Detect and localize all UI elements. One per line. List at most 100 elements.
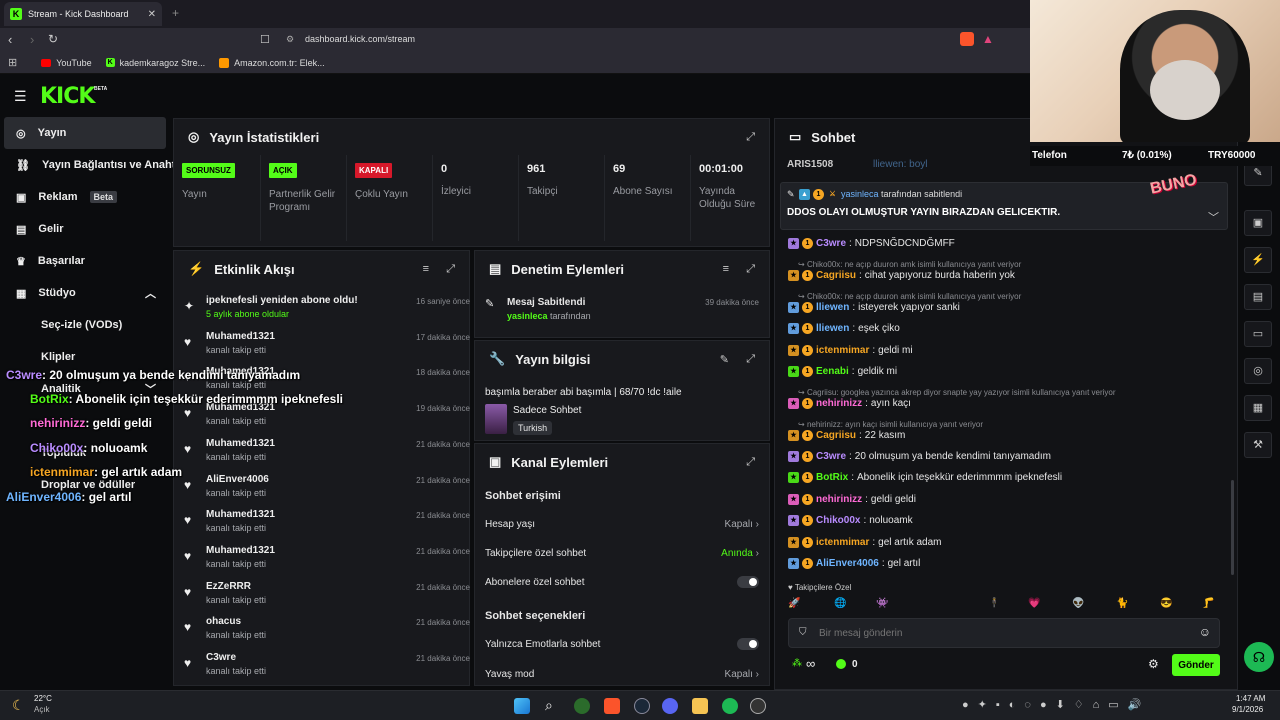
chat-username[interactable]: C3wre bbox=[816, 238, 846, 249]
bookmark-kick[interactable]: Kkademkaragoz Stre... bbox=[105, 58, 205, 68]
chat-input[interactable] bbox=[819, 625, 1179, 641]
emote-icon[interactable]: 😎 bbox=[1160, 598, 1172, 609]
lightning-icon[interactable]: ⚡ bbox=[1244, 247, 1272, 273]
explorer-icon[interactable] bbox=[692, 698, 708, 714]
emote-only-toggle[interactable] bbox=[737, 638, 759, 650]
support-button[interactable]: ☊ bbox=[1244, 642, 1274, 672]
wrench-icon[interactable]: ⚒ bbox=[1244, 432, 1272, 458]
chat-username[interactable]: AliEnver4006 bbox=[816, 558, 879, 569]
kick-logo[interactable]: KICK bbox=[40, 84, 95, 109]
reload-icon[interactable]: ↻ bbox=[48, 32, 58, 46]
list-icon[interactable]: ▤ bbox=[1244, 284, 1272, 310]
edit-icon[interactable]: ✎ bbox=[720, 353, 729, 366]
activity-name[interactable]: C3wre bbox=[206, 652, 236, 663]
chat-username[interactable]: ictenmimar bbox=[816, 345, 869, 356]
sidebar-item-yayin[interactable]: ◎ Yayın bbox=[4, 117, 166, 149]
emote-icon[interactable]: 💗 bbox=[1028, 598, 1040, 609]
chat-username[interactable]: BotRix bbox=[816, 472, 848, 483]
forward-icon[interactable]: › bbox=[30, 32, 34, 47]
clock-time[interactable]: 1:47 AM bbox=[1236, 694, 1265, 703]
sidebar-item-vods[interactable]: Seç-izle (VODs) bbox=[4, 309, 166, 341]
moderator-name[interactable]: yasinleca bbox=[507, 311, 548, 321]
account-age-row[interactable]: Hesap yaşı Kapalı › bbox=[485, 514, 759, 534]
back-icon[interactable]: ‹ bbox=[8, 32, 12, 47]
url-field[interactable]: dashboard.kick.com/stream bbox=[305, 34, 415, 44]
tray-icons[interactable]: ●✦▪◐◌●⬇♢⌂▭🔊 bbox=[962, 698, 1150, 711]
reply-context[interactable]: ↪ Cagriisu: googlea yazınca akrep diyor … bbox=[798, 388, 1116, 397]
emote-icon[interactable]: 🌐 bbox=[834, 598, 846, 609]
activity-name[interactable]: EzZeRRR bbox=[206, 581, 251, 592]
app-icon[interactable] bbox=[574, 698, 590, 714]
brave-shield-icon[interactable] bbox=[960, 32, 974, 46]
bookmark-star-icon[interactable]: ☐ bbox=[260, 33, 270, 46]
activity-name[interactable]: Muhamed1321 bbox=[206, 509, 275, 520]
chat-username[interactable]: nehirinizz bbox=[816, 398, 862, 409]
emote-icon[interactable]: 👽 bbox=[1072, 598, 1084, 609]
reply-context[interactable]: ↪ Chiko00x: ne açıp duuron amk isimli ku… bbox=[798, 292, 1021, 301]
chat-scrollbar[interactable] bbox=[1231, 480, 1234, 575]
expand-icon[interactable]: ⤢ bbox=[746, 353, 755, 366]
activity-name[interactable]: ohacus bbox=[206, 616, 241, 627]
apps-grid-icon[interactable]: ⊞ bbox=[8, 56, 17, 69]
channel-icon[interactable]: ▦ bbox=[1244, 395, 1272, 421]
hamburger-menu-icon[interactable]: ☰ bbox=[14, 88, 27, 105]
chat-icon[interactable]: ▭ bbox=[1244, 321, 1272, 347]
chat-username[interactable]: C3wre bbox=[816, 451, 846, 462]
camera-icon[interactable]: ▣ bbox=[1244, 210, 1272, 236]
activity-name[interactable]: Muhamed1321 bbox=[206, 438, 275, 449]
brave-rewards-icon[interactable]: ▲ bbox=[982, 32, 994, 46]
spotify-icon[interactable] bbox=[722, 698, 738, 714]
new-tab-icon[interactable]: + bbox=[172, 6, 179, 20]
sidebar-item-reklam[interactable]: ▣ Reklam Beta bbox=[4, 181, 166, 213]
sidebar-item-stream-link[interactable]: ⛓ Yayın Bağlantısı ve Anahta bbox=[4, 149, 182, 181]
chat-username[interactable]: nehirinizz bbox=[816, 494, 862, 505]
chat-username[interactable]: lliewen bbox=[816, 323, 849, 334]
emote-icon[interactable]: 👾 bbox=[876, 598, 888, 609]
discord-icon[interactable] bbox=[662, 698, 678, 714]
clock-date[interactable]: 9/1/2026 bbox=[1232, 705, 1263, 714]
search-icon[interactable]: ⌕ bbox=[545, 697, 553, 714]
activity-name[interactable]: AliEnver4006 bbox=[206, 474, 269, 485]
subs-only-toggle[interactable] bbox=[737, 576, 759, 588]
chat-username[interactable]: lliewen bbox=[816, 302, 849, 313]
close-tab-icon[interactable]: ✕ bbox=[148, 9, 156, 20]
chat-settings-icon[interactable]: ⚙ bbox=[1148, 657, 1159, 671]
expand-icon[interactable]: ⤢ bbox=[746, 456, 755, 469]
steam-icon[interactable] bbox=[634, 698, 650, 714]
bookmark-amazon[interactable]: Amazon.com.tr: Elek... bbox=[219, 57, 325, 68]
expand-icon[interactable]: ⤢ bbox=[746, 263, 755, 276]
obs-icon[interactable] bbox=[750, 698, 766, 714]
expand-icon[interactable]: ⤢ bbox=[446, 263, 455, 276]
emote-icon[interactable]: 🦵 bbox=[1202, 598, 1214, 609]
chat-username[interactable]: Chiko00x bbox=[816, 515, 860, 526]
slow-mode-row[interactable]: Yavaş mod Kapalı › bbox=[485, 664, 759, 684]
bookmark-youtube[interactable]: YouTube bbox=[41, 58, 92, 68]
emote-icon[interactable]: 🚀 bbox=[788, 598, 800, 609]
activity-name[interactable]: Muhamed1321 bbox=[206, 545, 275, 556]
emoji-picker-icon[interactable]: ☺ bbox=[1199, 625, 1211, 639]
filter-icon[interactable]: ≡ bbox=[723, 263, 729, 275]
reply-context[interactable]: ↪ Chiko00x: ne açıp duuron amk isimli ku… bbox=[798, 260, 1021, 269]
followers-only-row[interactable]: Takipçilere özel sohbet Anında › bbox=[485, 543, 759, 563]
activity-name[interactable]: Muhamed1321 bbox=[206, 331, 275, 342]
expand-icon[interactable]: ⤢ bbox=[746, 131, 755, 144]
target-icon[interactable]: ◎ bbox=[1244, 358, 1272, 384]
send-button[interactable]: Gönder bbox=[1172, 654, 1220, 676]
sidebar-item-studyo[interactable]: ▦ Stüdyo ︿ bbox=[4, 277, 166, 309]
start-icon[interactable] bbox=[514, 698, 530, 714]
chat-input-box[interactable]: ⛉ ☺ bbox=[788, 618, 1220, 648]
chevron-down-icon[interactable]: ﹀ bbox=[1208, 209, 1219, 225]
sidebar-item-gelir[interactable]: ▤ Gelir bbox=[4, 213, 166, 245]
site-info-icon[interactable]: ⚙ bbox=[286, 34, 294, 45]
chat-username[interactable]: Cagriisu bbox=[816, 430, 856, 441]
chat-username[interactable]: Cagriisu bbox=[816, 270, 856, 281]
emote-icon[interactable]: 🐈 bbox=[1116, 598, 1128, 609]
emote-icon[interactable]: 🕴 bbox=[988, 598, 1000, 609]
browser-tab[interactable]: K Stream - Kick Dashboard ✕ bbox=[4, 2, 162, 26]
brave-icon[interactable] bbox=[604, 698, 620, 714]
chat-username[interactable]: Eenabi bbox=[816, 366, 849, 377]
sidebar-item-basarilar[interactable]: ♛ Başarılar bbox=[4, 245, 166, 277]
pinned-by-user[interactable]: yasinleca bbox=[841, 189, 879, 199]
reply-context[interactable]: ↪ nehirinizz: ayın kaçı isimli kullanıcı… bbox=[798, 420, 983, 429]
filter-icon[interactable]: ≡ bbox=[423, 263, 429, 275]
